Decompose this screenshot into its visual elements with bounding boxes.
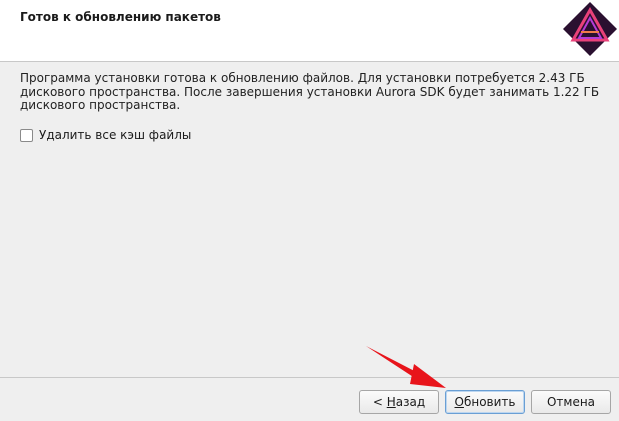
- clear-cache-option[interactable]: Удалить все кэш файлы: [20, 128, 191, 142]
- clear-cache-checkbox[interactable]: [20, 128, 33, 142]
- cancel-label: Отмена: [546, 395, 596, 409]
- clear-cache-label: Удалить все кэш файлы: [39, 128, 192, 142]
- update-mnemonic: О: [454, 395, 464, 409]
- back-button[interactable]: < Назад: [359, 390, 439, 414]
- back-mnemonic: Н: [386, 395, 396, 409]
- update-label: бновить: [463, 395, 516, 409]
- back-prefix: <: [372, 395, 387, 409]
- back-label: азад: [395, 395, 426, 409]
- red-arrow-annotation: [366, 346, 446, 388]
- install-description: Программа установки готова к обновлению …: [20, 71, 600, 112]
- footer-divider: [0, 377, 619, 378]
- page-title: Готов к обновлению пакетов: [20, 10, 221, 24]
- wizard-header: Готов к обновлению пакетов: [0, 0, 619, 62]
- cancel-button[interactable]: Отмена: [531, 390, 611, 414]
- update-button[interactable]: Обновить: [445, 390, 525, 414]
- aurora-logo-icon: [563, 2, 617, 56]
